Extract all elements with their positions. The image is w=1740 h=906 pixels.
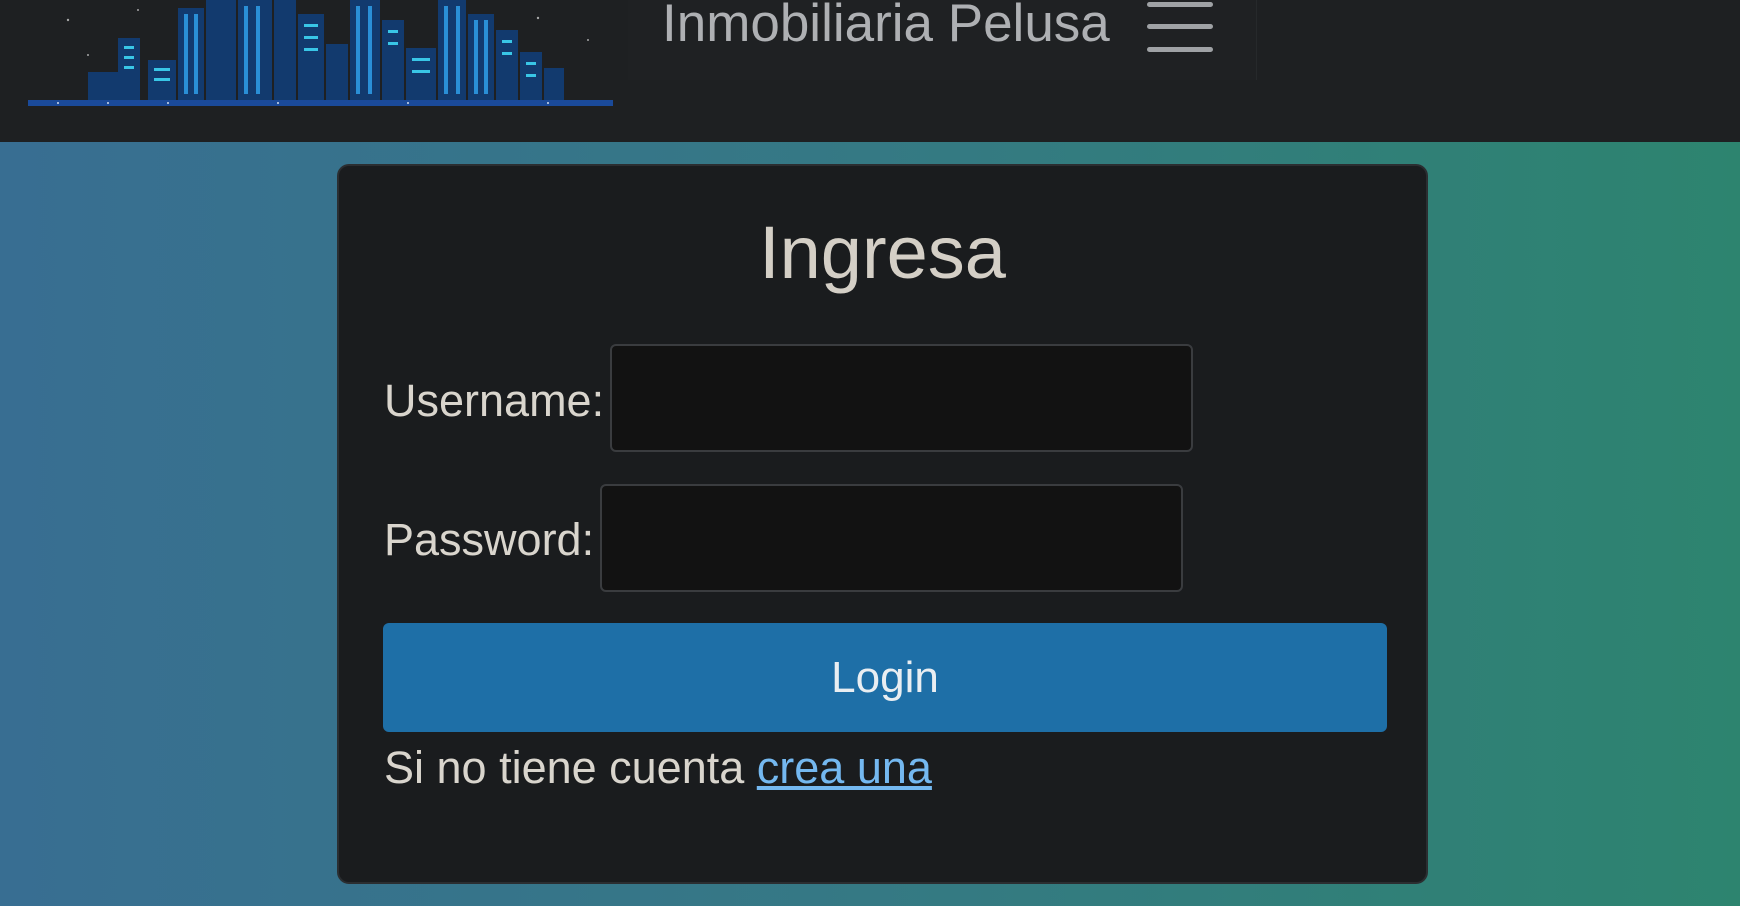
username-input[interactable] [610, 344, 1193, 452]
menu-line [1147, 2, 1213, 7]
create-account-link[interactable]: crea una [757, 742, 932, 793]
site-title[interactable]: Inmobiliaria Pelusa [662, 0, 1110, 56]
top-navbar: Inmobiliaria Pelusa [0, 0, 1740, 142]
login-card: Ingresa Username: Password: Login Si no … [337, 164, 1428, 884]
username-label: Username: [384, 375, 605, 426]
menu-line [1147, 47, 1213, 52]
login-title: Ingresa [759, 211, 1006, 294]
signup-prompt: Si no tiene cuenta crea una [384, 741, 932, 795]
city-skyline-logo[interactable] [28, 0, 613, 108]
menu-line [1147, 24, 1213, 29]
hamburger-menu-icon[interactable] [1147, 2, 1215, 56]
signup-prompt-text: Si no tiene cuenta [384, 742, 745, 793]
brand-area: Inmobiliaria Pelusa [628, 0, 1257, 80]
login-button[interactable]: Login [383, 623, 1387, 732]
password-label: Password: [384, 514, 595, 565]
password-input[interactable] [600, 484, 1183, 592]
